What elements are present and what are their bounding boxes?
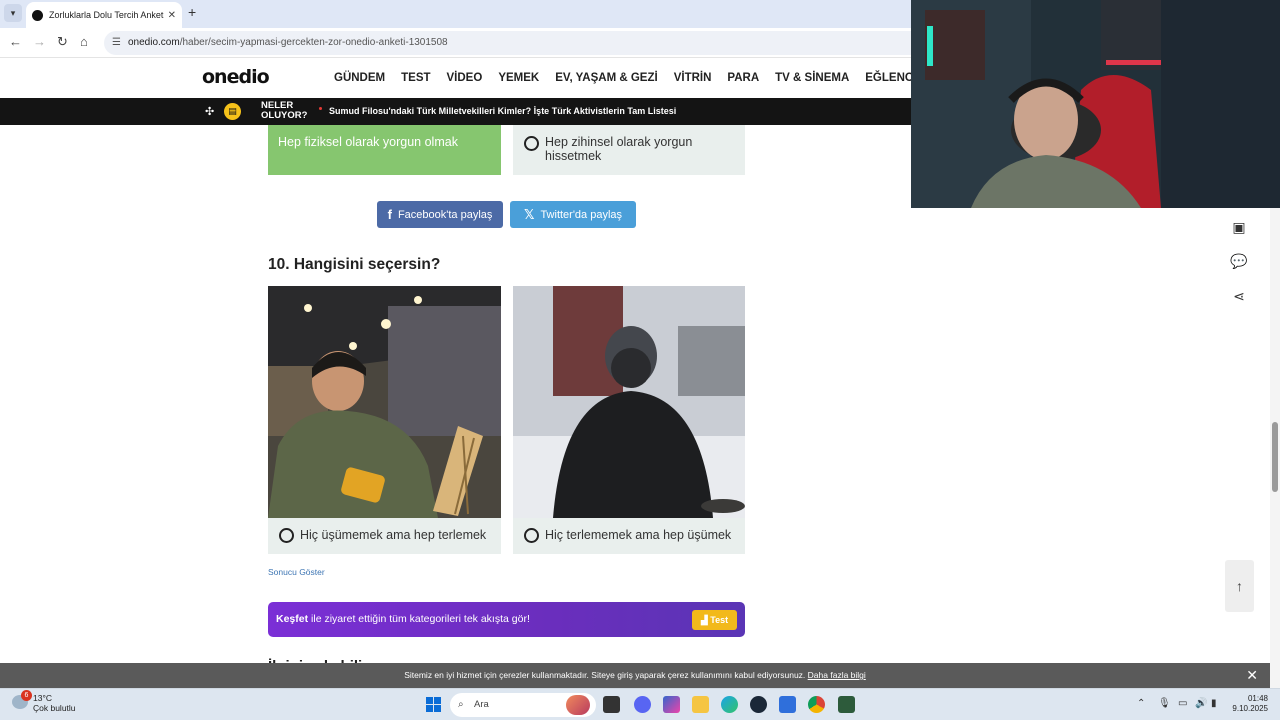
question-title: 10. Hangisini seçersin? [268,256,441,273]
kesfet-text: ile ziyaret ettiğin tüm kategorileri tek… [308,613,530,625]
show-result-link[interactable]: Sonucu Göster [268,567,325,577]
new-tab-button[interactable]: + [188,4,196,20]
prev-option-b[interactable]: Hep zihinsel olarak yorgun hissetmek [513,125,745,175]
taskbar-search-placeholder: Ara [474,699,489,710]
kesfet-bold: Keşfet [276,613,309,625]
cookie-more-link[interactable]: Daha fazla bilgi [808,670,866,680]
url-path: /haber/secim-yapmasi-gercekten-zor-onedi… [179,37,448,48]
taskbar-search[interactable]: ⌕ Ara [450,693,596,717]
tab-search-button[interactable]: ▾ [4,4,22,22]
kesfet-banner[interactable]: Keşfet ile ziyaret ettiğin tüm kategoril… [268,602,745,637]
radio-icon [524,528,539,543]
system-clock[interactable]: 01:48 9.10.2025 [1232,694,1268,714]
prev-option-b-label: Hep zihinsel olarak yorgun hissetmek [545,135,693,163]
close-icon[interactable]: ✕ [1246,663,1258,688]
prev-option-a-selected[interactable]: Hep fiziksel olarak yorgun olmak [268,125,501,175]
prev-option-a-label: Hep fiziksel olarak yorgun olmak [278,135,458,149]
nav-test[interactable]: TEST [401,72,430,84]
copilot-icon[interactable] [663,696,680,713]
close-tab-icon[interactable]: ✕ [168,10,176,21]
twitter-share-label: Twitter'da paylaş [540,208,623,221]
steam-icon[interactable] [750,696,767,713]
radio-icon [524,136,539,151]
main-nav: GÜNDEM TEST VİDEO YEMEK EV, YAŞAM & GEZİ… [334,72,964,84]
weather-condition: Çok bulutlu [33,703,76,713]
share-icon[interactable]: ⋖ [1228,285,1250,307]
clock-time: 01:48 [1247,694,1268,703]
battery-icon[interactable]: ▮ [1211,698,1217,709]
reload-icon[interactable]: ↻ [57,34,68,50]
weather-temp: 13°C [33,693,52,703]
file-explorer-icon[interactable] [692,696,709,713]
nav-tv-sinema[interactable]: TV & SİNEMA [775,72,849,84]
app-icon[interactable] [838,696,855,713]
cookie-notice: Sitemiz en iyi hizmet için çerezler kull… [0,663,1270,688]
task-view-icon[interactable] [603,696,620,713]
onedio-logo[interactable]: onedio [202,66,270,88]
nav-video[interactable]: VİDEO [447,72,483,84]
clock-date: 9.10.2025 [1232,704,1268,713]
option-b-image[interactable] [513,286,745,518]
news-badge-icon: ▤ [224,103,241,120]
neler-oluyor-label: NELER OLUYOR? [261,100,308,121]
scrollbar-thumb[interactable] [1272,422,1278,492]
forward-arrow-icon[interactable]: → [33,34,46,49]
cookie-text: Sitemiz en iyi hizmet için çerezler kull… [404,670,806,680]
windows-start-icon[interactable] [426,697,441,712]
option-a-label: Hiç üşümemek ama hep terlemek [300,528,487,542]
radio-icon [279,528,294,543]
facebook-icon: f [387,207,392,222]
option-a[interactable]: Hiç üşümemek ama hep terlemek [268,518,501,554]
site-favicon-icon [32,9,43,21]
twitter-share-button[interactable]: 𝕏 Twitter'da paylaş [510,201,636,228]
network-icon[interactable]: ▭ [1178,698,1187,709]
nav-ev-yasam-gezi[interactable]: EV, YAŞAM & GEZİ [555,72,657,84]
nav-para[interactable]: PARA [727,72,759,84]
webcam-overlay [911,0,1280,208]
chevron-up-icon[interactable]: ⌃ [1137,698,1145,709]
apps-grid-icon[interactable]: ✣ [205,105,214,118]
discord-icon[interactable] [634,696,651,713]
live-dot [319,107,322,110]
back-arrow-icon[interactable]: ← [9,34,22,49]
search-icon: ⌕ [458,699,464,710]
comments-icon[interactable]: 💬 [1228,250,1250,272]
facebook-share-button[interactable]: f Facebook'ta paylaş [377,201,503,228]
tab-title: Zorluklarla Dolu Tercih Anketi [49,10,164,20]
edge-icon[interactable] [721,696,738,713]
nav-gundem[interactable]: GÜNDEM [334,72,385,84]
scroll-to-top-button[interactable]: ↑ [1225,560,1254,612]
bookmark-icon[interactable]: ▣ [1228,216,1250,238]
facebook-share-label: Facebook'ta paylaş [397,208,493,221]
page-scrollbar[interactable] [1270,125,1280,688]
option-b-label: Hiç terlememek ama hep üşümek [545,528,732,542]
store-icon[interactable] [779,696,796,713]
site-info-icon[interactable]: ☰ [112,31,121,55]
windows-taskbar: 6 13°C Çok bulutlu ⌕ Ara ⌃ 🎙 ▭ 🔊 ▮ 01:48… [0,688,1280,720]
weather-badge: 6 [21,690,32,701]
weather-widget[interactable]: 6 13°C Çok bulutlu [12,690,76,713]
option-b[interactable]: Hiç terlememek ama hep üşümek [513,518,745,554]
url-domain: onedio.com [128,37,180,48]
kesfet-test-label: Test [710,615,729,625]
browser-tab[interactable]: Zorluklarla Dolu Tercih Anketi ✕ [26,2,182,28]
x-logo-icon: 𝕏 [523,206,535,222]
chrome-icon[interactable] [808,696,825,713]
nav-yemek[interactable]: YEMEK [498,72,539,84]
option-a-image[interactable] [268,286,501,518]
volume-icon[interactable]: 🔊 [1195,698,1207,709]
search-highlight-icon [566,695,590,715]
nav-vitrin[interactable]: VİTRİN [674,72,712,84]
home-icon[interactable]: ⌂ [80,34,88,49]
ticker-headline[interactable]: Sumud Filosu'ndaki Türk Milletvekilleri … [329,106,676,116]
microphone-icon[interactable]: 🎙 [1158,698,1171,709]
kesfet-test-button[interactable]: ▟ Test [692,610,737,630]
